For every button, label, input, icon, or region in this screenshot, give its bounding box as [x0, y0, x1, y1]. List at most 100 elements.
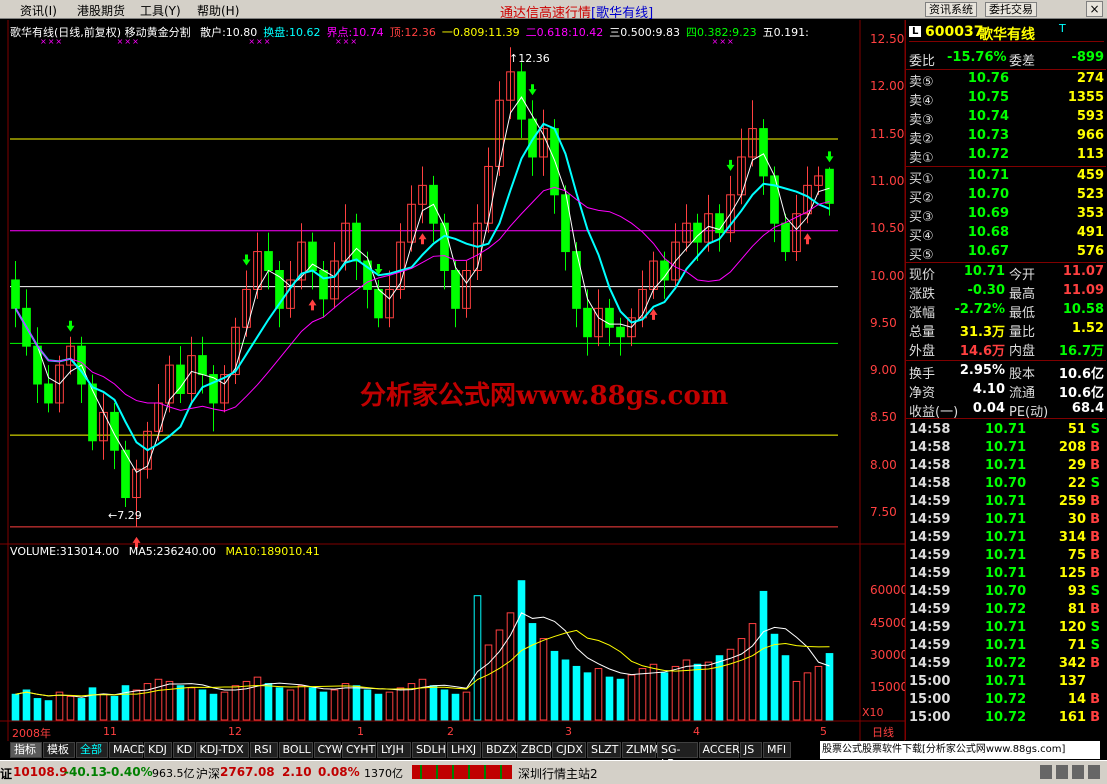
- candle-body: [11, 279, 20, 309]
- price-tick: 9.00: [870, 363, 897, 378]
- tick-price: 10.71: [985, 530, 1027, 545]
- menu-hk-futures[interactable]: 港股期货: [77, 2, 125, 19]
- tick-row: 14:58 10.71 51 S: [909, 422, 1102, 440]
- menu-tools[interactable]: 工具(Y): [140, 2, 181, 19]
- ask-label: 卖④: [909, 94, 934, 109]
- bid-label: 买④: [909, 229, 934, 244]
- tick-price: 10.70: [985, 584, 1027, 599]
- stat-value: 2.95%: [959, 363, 1005, 378]
- volume-bar: [44, 700, 53, 721]
- tab-kdj[interactable]: KDJ: [144, 742, 172, 758]
- stat-row: 涨跌 -0.30 最高 11.09: [909, 283, 1104, 302]
- volume-bar: [616, 678, 625, 721]
- tick-volume: 137: [1058, 674, 1086, 689]
- tick-row: 14:59 10.72 342 B: [909, 656, 1102, 674]
- bid-price: 10.71: [967, 168, 1009, 183]
- ask-volume: 274: [1076, 71, 1104, 86]
- tick-time: 14:58: [909, 422, 951, 437]
- tab-macd[interactable]: MACD: [109, 742, 146, 758]
- tick-side: B: [1090, 494, 1100, 509]
- tab-cyw[interactable]: CYW: [313, 742, 343, 758]
- tab-accer[interactable]: ACCER: [698, 742, 740, 758]
- candle-body: [440, 222, 449, 271]
- volume-bar: [33, 698, 42, 721]
- stat-label: 涨跌: [909, 287, 936, 302]
- candle-body: [374, 288, 383, 319]
- tab-sdlh[interactable]: SDLH: [412, 742, 446, 758]
- tab-指标[interactable]: 指标: [10, 742, 42, 758]
- ask-row[interactable]: 卖② 10.73 966: [909, 128, 1104, 147]
- stat-label: 外盘: [909, 344, 936, 359]
- sell-arrow-icon: [825, 151, 834, 163]
- bid-label: 买③: [909, 210, 934, 225]
- tick-time: 15:00: [909, 674, 951, 689]
- tick-time: 14:59: [909, 602, 951, 617]
- date-tick: 11: [103, 725, 117, 738]
- tick-volume: 342: [1058, 656, 1086, 671]
- tab-kd[interactable]: KD: [172, 742, 195, 758]
- ask-row[interactable]: 卖① 10.72 113: [909, 147, 1104, 166]
- volume-bar: [253, 676, 262, 721]
- volume-tick: 60000: [870, 583, 909, 598]
- bid-row[interactable]: 买③ 10.69 353: [909, 206, 1104, 225]
- bid-row[interactable]: 买⑤ 10.67 576: [909, 244, 1104, 263]
- tick-row: 14:59 10.71 125 B: [909, 566, 1102, 584]
- tab-slzt[interactable]: SLZT: [587, 742, 621, 758]
- volume-ma10-line: [15, 629, 830, 697]
- tick-volume: 14: [1067, 692, 1086, 707]
- tab-boll[interactable]: BOLL: [278, 742, 313, 758]
- stat-value: 4.10: [972, 382, 1005, 397]
- volume-bar: [352, 685, 361, 721]
- ask-row[interactable]: 卖③ 10.74 593: [909, 109, 1104, 128]
- tab-js[interactable]: JS: [740, 742, 762, 758]
- tick-price: 10.72: [985, 692, 1027, 707]
- bid-row[interactable]: 买① 10.71 459: [909, 168, 1104, 187]
- tab-sg-lb[interactable]: SG-LB: [657, 742, 698, 770]
- trade-button[interactable]: 委托交易: [985, 2, 1037, 17]
- stat-label: 今开: [1009, 268, 1036, 283]
- tab-bdzx[interactable]: BDZX: [482, 742, 517, 758]
- volume-bar: [363, 689, 372, 721]
- tab-全部[interactable]: 全部: [76, 742, 108, 758]
- tab-模板[interactable]: 模板: [43, 742, 75, 758]
- volume-bar: [638, 668, 647, 721]
- quote-title: L 600037 歌华有线 T: [909, 22, 1104, 43]
- stat-value: 10.71: [963, 264, 1005, 279]
- stat-label: 总量: [909, 325, 936, 340]
- volume-bar: [792, 680, 801, 721]
- tick-volume: 22: [1067, 476, 1086, 491]
- volume-bar: [825, 653, 834, 721]
- tab-mfi[interactable]: MFI: [763, 742, 791, 758]
- tab-lyjh[interactable]: LYJH: [377, 742, 411, 758]
- menu-help[interactable]: 帮助(H): [197, 2, 239, 19]
- price-tick: 11.00: [870, 173, 905, 188]
- tab-zlmm[interactable]: ZLMM: [622, 742, 659, 758]
- ad-banner[interactable]: 股票公式股票软件下载[分析家公式网www.88gs.com]: [820, 741, 1100, 759]
- info-system-button[interactable]: 资讯系统: [925, 2, 977, 17]
- ask-volume: 1355: [1067, 90, 1104, 105]
- stat-value: 68.4: [1071, 401, 1104, 416]
- menu-info[interactable]: 资讯(I): [20, 2, 57, 19]
- tab-rsi[interactable]: RSI: [250, 742, 278, 758]
- volume-bar: [715, 655, 724, 721]
- bid-row[interactable]: 买② 10.70 523: [909, 187, 1104, 206]
- buy-arrow-icon: [308, 299, 317, 311]
- tick-time: 14:58: [909, 458, 951, 473]
- date-tick: 4: [693, 725, 700, 738]
- tab-cjdx[interactable]: CJDX: [552, 742, 586, 758]
- tick-price: 10.72: [985, 602, 1027, 617]
- bid-row[interactable]: 买④ 10.68 491: [909, 225, 1104, 244]
- bid-volume: 459: [1076, 168, 1104, 183]
- close-icon[interactable]: ×: [1086, 1, 1103, 17]
- volume-bar: [176, 685, 185, 721]
- tab-kdj-tdx[interactable]: KDJ-TDX: [195, 742, 249, 758]
- ask-row[interactable]: 卖⑤ 10.76 274: [909, 71, 1104, 90]
- tab-lhxj[interactable]: LHXJ: [447, 742, 481, 758]
- divider: [906, 360, 1106, 361]
- tab-zbcd[interactable]: ZBCD: [517, 742, 552, 758]
- app-title-stock: [歌华有线]: [591, 6, 654, 21]
- tab-cyht[interactable]: CYHT: [342, 742, 376, 758]
- tick-side: S: [1090, 584, 1100, 599]
- ask-row[interactable]: 卖④ 10.75 1355: [909, 90, 1104, 109]
- market-bar-icon: [412, 765, 512, 779]
